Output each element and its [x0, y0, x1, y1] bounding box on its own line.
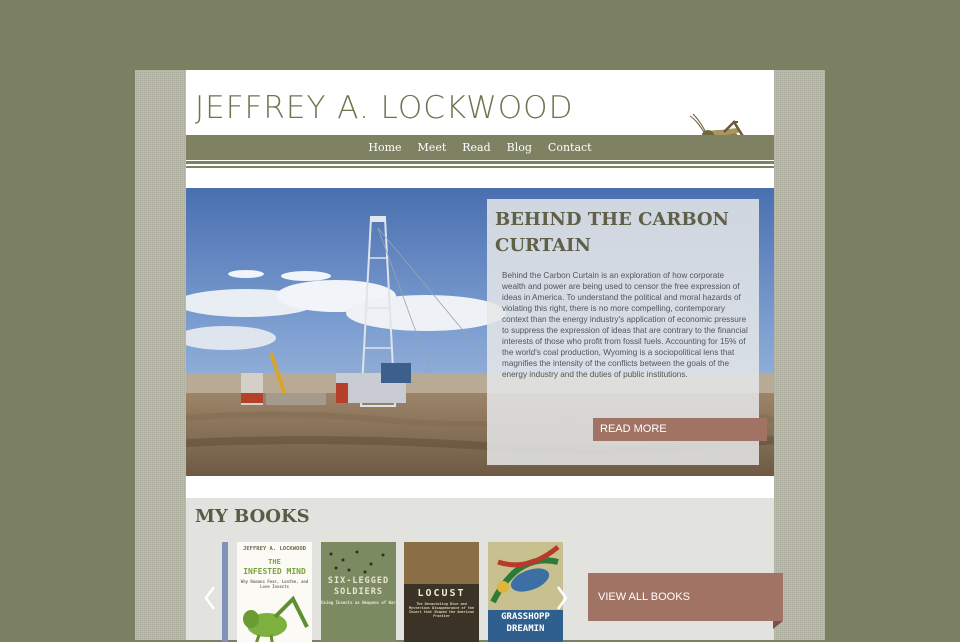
- book-cover-locust[interactable]: LOCUST The Devastating Rise and Mysterio…: [404, 542, 479, 642]
- insect-swarm: [329, 550, 385, 574]
- nav-item-meet[interactable]: Meet: [418, 135, 447, 160]
- ribbon-fold: [773, 621, 783, 629]
- site-title[interactable]: JEFFREY A. LOCKWOOD: [195, 90, 573, 126]
- book-cover-six-legged-soldiers[interactable]: SIX-LEGGED SOLDIERS Using Insects as Wea…: [321, 542, 396, 642]
- divider: [186, 161, 774, 164]
- carousel-edge: [222, 542, 228, 642]
- my-books-section: MY BOOKS JEFFREY A. LOCKWOOD THE INFESTE…: [186, 498, 783, 642]
- grasshopper-illustration: [243, 595, 309, 642]
- hero-description: Behind the Carbon Curtain is an explorat…: [502, 271, 748, 379]
- chevron-left-icon[interactable]: [202, 584, 218, 612]
- nav-item-read[interactable]: Read: [462, 135, 490, 160]
- divider: [186, 166, 774, 168]
- book-subtitle: The Devastating Rise and Mysterious Disa…: [408, 602, 475, 618]
- book-title-line: GRASSHOPP: [501, 612, 550, 622]
- book-cover-grasshopper-dreaming[interactable]: GRASSHOPP DREAMIN: [488, 542, 563, 642]
- nav-item-home[interactable]: Home: [368, 135, 401, 160]
- book-cover-infested-mind[interactable]: JEFFREY A. LOCKWOOD THE INFESTED MIND Wh…: [237, 542, 312, 642]
- book-title-line: INFESTED MIND: [243, 567, 306, 576]
- cover-sky: [404, 542, 479, 584]
- hero-banner: BEHIND THE CARBON CURTAIN Behind the Car…: [186, 188, 774, 476]
- hero-text-panel: BEHIND THE CARBON CURTAIN Behind the Car…: [487, 199, 767, 465]
- book-subtitle: Using Insects as Weapons of War: [321, 600, 396, 605]
- book-title-line: SOLDIERS: [334, 587, 383, 597]
- books-heading: MY BOOKS: [195, 506, 310, 527]
- book-title-line: LOCUST: [417, 588, 466, 599]
- chevron-right-icon[interactable]: [554, 584, 570, 612]
- book-title-line: THE: [268, 558, 281, 566]
- nav-item-contact[interactable]: Contact: [548, 135, 592, 160]
- nav-item-blog[interactable]: Blog: [507, 135, 532, 160]
- book-title-line: SIX-LEGGED: [327, 576, 390, 586]
- bird-illustration: [488, 542, 563, 612]
- page: JEFFREY A. LOCKWOOD Home Meet Read Blog …: [186, 70, 783, 642]
- book-author: JEFFREY A. LOCKWOOD: [243, 546, 306, 552]
- hero-title: BEHIND THE CARBON CURTAIN: [495, 209, 730, 256]
- book-title-line: DREAMIN: [506, 624, 545, 634]
- read-more-button[interactable]: READ MORE: [593, 418, 767, 441]
- view-all-books-button[interactable]: VIEW ALL BOOKS: [588, 573, 783, 621]
- main-nav: Home Meet Read Blog Contact: [186, 135, 774, 160]
